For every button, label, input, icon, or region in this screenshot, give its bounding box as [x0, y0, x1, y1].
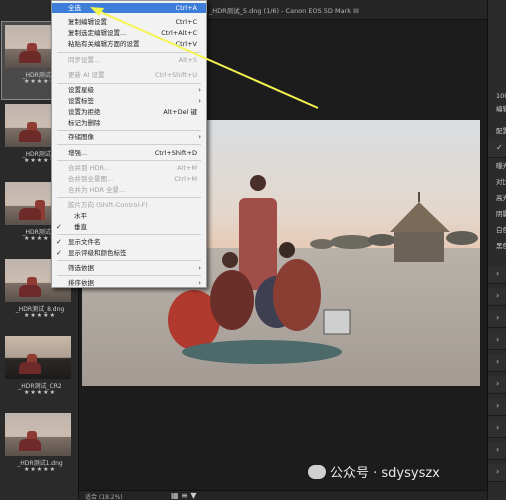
menu-separator — [57, 197, 201, 198]
menu-item-filter-by[interactable]: 筛选依据 › — [52, 263, 206, 273]
menu-item-show-rating-labels[interactable]: ✓ 显示评级和颜色标签 — [52, 248, 206, 258]
menu-item-filmstrip-orientation: 胶片方向 (Shift-Control-F) — [68, 201, 148, 209]
chevron-right-icon: › — [496, 401, 500, 410]
panel-label: 编辑 — [496, 105, 506, 113]
zoom-level[interactable]: 适合 (18.2%) — [85, 492, 123, 500]
panel-label: 高光 — [496, 194, 506, 202]
chevron-right-icon: › — [198, 133, 201, 141]
thumbnail-image — [5, 336, 71, 379]
panel-label: 阴影 — [496, 210, 506, 218]
menu-separator — [57, 275, 201, 276]
panel-label: 曝光 — [496, 162, 506, 170]
menu-separator — [57, 130, 201, 131]
panel-section-toggle[interactable]: › — [488, 354, 506, 372]
menu-item-mark-delete[interactable]: 标记为删除 — [52, 118, 206, 128]
menu-separator — [57, 83, 201, 84]
thumbnail-rating: ★★★★★ — [24, 312, 56, 319]
status-bar: 适合 (18.2%) ▦ ≡ ▼ — [79, 490, 487, 500]
filmstrip-thumbnail[interactable]: _HDR测试_CR2 ★★★★★ — [2, 333, 77, 410]
menu-item-enhance[interactable]: 增强... Ctrl+Shift+D — [52, 148, 206, 158]
chevron-right-icon: › — [198, 264, 201, 272]
menu-item-merge-panorama[interactable]: 合并到全景图... Ctrl+M — [52, 174, 206, 184]
chevron-right-icon: › — [496, 269, 500, 278]
wechat-logo-icon — [308, 465, 326, 479]
chevron-right-icon: › — [198, 279, 201, 287]
menu-item-show-filename[interactable]: ✓ 显示文件名 — [52, 237, 206, 247]
check-icon: ✓ — [56, 249, 62, 257]
panel-section-toggle[interactable]: › — [488, 420, 506, 438]
context-menu: 全选 Ctrl+A 复制编辑设置 Ctrl+C 复制选定编辑设置... Ctrl+Al… — [51, 0, 207, 288]
menu-item-paste-settings[interactable]: 粘贴有关编辑方面的设置 Ctrl+V — [52, 39, 206, 49]
chevron-right-icon: › — [496, 379, 500, 388]
panel-section-toggle[interactable]: ✓ — [488, 140, 506, 158]
panel-section-toggle[interactable]: › — [488, 398, 506, 416]
menu-separator — [57, 144, 201, 145]
panel-section-toggle[interactable]: › — [488, 266, 506, 284]
watermark-text: 公众号 · sdysyszx — [330, 466, 440, 481]
panel-label: 配置 — [496, 127, 506, 135]
menu-item-merge-hdr[interactable]: 合并到 HDR... Alt+M — [52, 163, 206, 173]
menu-separator — [57, 52, 201, 53]
menu-item-select-all[interactable]: 全选 Ctrl+A — [52, 3, 206, 13]
watermark: 公众号 · sdysyszx — [308, 462, 440, 481]
chevron-right-icon: › — [496, 357, 500, 366]
panel-section-toggle[interactable]: › — [488, 288, 506, 306]
menu-item-sync-settings[interactable]: 同步设置... Alt+S — [52, 55, 206, 65]
right-adjustment-panel: 100 编辑 配置 ✓ 曝光 对比 高光 阴影 白色 黑色 › › › › › … — [487, 0, 506, 500]
check-icon: ✓ — [56, 223, 62, 231]
menu-item-merge-hdr-panorama[interactable]: 合并为 HDR 全景... — [52, 185, 206, 195]
panel-section-toggle[interactable]: › — [488, 332, 506, 350]
chevron-right-icon: › — [198, 86, 201, 94]
menu-item-update-ai-settings[interactable]: 更新 AI 设置 Ctrl+Shift+U — [52, 70, 206, 80]
menu-separator — [57, 160, 201, 161]
thumbnail-image — [5, 413, 71, 456]
chevron-right-icon: › — [496, 313, 500, 322]
panel-label: 对比 — [496, 178, 506, 186]
readout-value: 100 — [496, 92, 506, 100]
menu-item-set-reject[interactable]: 设置为拒绝 Alt+Del 键 — [52, 107, 206, 117]
menu-item-copy-selected-settings[interactable]: 复制选定编辑设置... Ctrl+Alt+C — [52, 28, 206, 38]
menu-item-set-label[interactable]: 设置标签 › — [52, 96, 206, 106]
filmstrip-thumbnail[interactable]: _HDR测试1.dng ★★★★★ — [2, 410, 77, 487]
image-title: _HDR测试_5.dng (1/6) - Canon EOS 5D Mark I… — [209, 7, 359, 15]
panel-section-toggle[interactable]: › — [488, 442, 506, 460]
panel-label: 黑色 — [496, 242, 506, 250]
menu-item-sort-by[interactable]: 排序依据 › — [52, 278, 206, 288]
chevron-right-icon: › — [496, 445, 500, 454]
chevron-right-icon: › — [496, 335, 500, 344]
menu-item-copy-settings[interactable]: 复制编辑设置 Ctrl+C — [52, 17, 206, 27]
panel-section-toggle[interactable]: › — [488, 376, 506, 394]
chevron-right-icon: › — [198, 97, 201, 105]
thumbnail-rating: ★★★★★ — [24, 389, 56, 396]
menu-item-vertical[interactable]: ✓ 垂直 — [52, 222, 206, 232]
chevron-right-icon: › — [496, 291, 500, 300]
view-mode-icon[interactable]: ▦ ≡ ▼ — [171, 491, 197, 500]
thumbnail-rating: ★★★★★ — [24, 466, 56, 473]
chevron-right-icon: › — [496, 467, 500, 476]
panel-section-toggle[interactable]: › — [488, 310, 506, 328]
panel-section-toggle[interactable]: › — [488, 464, 506, 482]
menu-item-save-image[interactable]: 存储图像 › — [52, 132, 206, 142]
menu-separator — [57, 234, 201, 235]
check-icon: ✓ — [56, 238, 62, 246]
chevron-right-icon: › — [496, 423, 500, 432]
panel-label: 白色 — [496, 226, 506, 234]
menu-separator — [57, 260, 201, 261]
menu-item-horizontal[interactable]: 水平 — [52, 211, 206, 221]
check-icon: ✓ — [496, 143, 503, 152]
menu-item-set-rating[interactable]: 设置星级 › — [52, 85, 206, 95]
